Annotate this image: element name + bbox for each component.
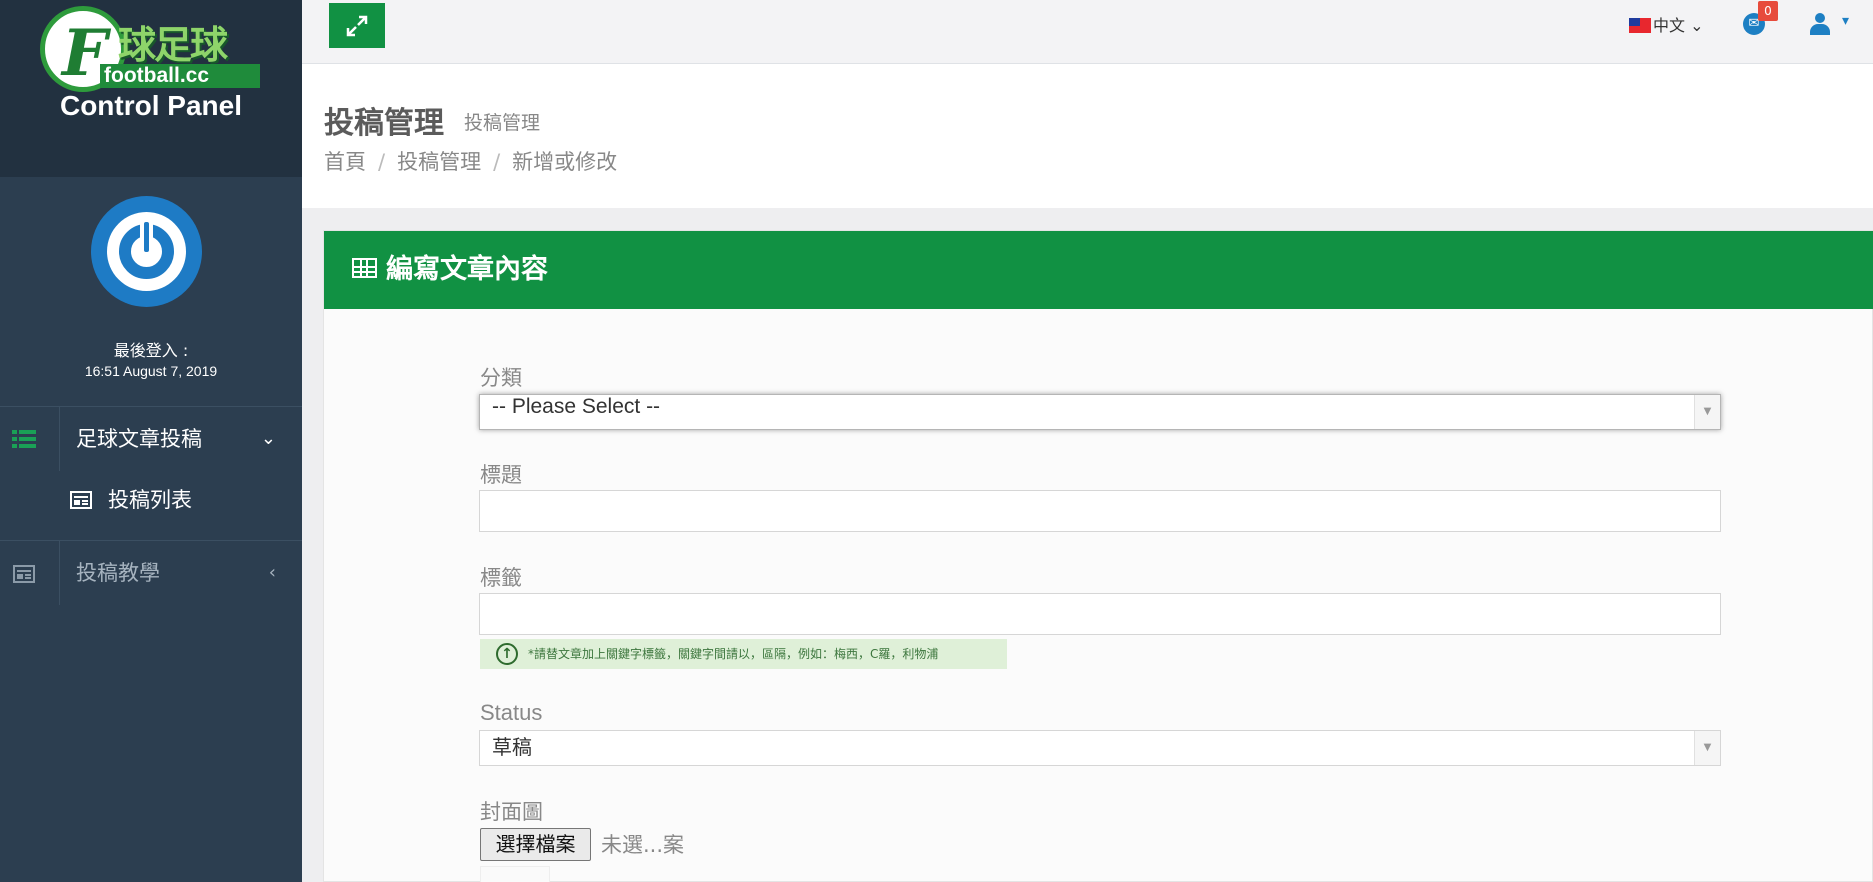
tags-input[interactable] (479, 593, 1721, 635)
breadcrumb-current: 新增或修改 (512, 150, 618, 174)
sidebar-item-submission-tutorial[interactable]: 投稿教學 ‹ (0, 541, 302, 605)
mail-badge: 0 (1758, 1, 1778, 21)
status-label: Status (480, 700, 543, 725)
breadcrumb-home[interactable]: 首頁 (324, 150, 366, 174)
edit-article-panel: 編寫文章內容 分類 -- Please Select -- ▼ 標題 標籤 ↑ … (323, 230, 1873, 882)
sidebar-item-label: 投稿教學 (76, 561, 160, 585)
language-selector[interactable]: 中文 ⌄ (1629, 12, 1704, 36)
language-label: 中文 (1653, 16, 1686, 35)
last-login-time: 16:51 August 7, 2019 (84, 363, 218, 379)
title-input[interactable] (479, 490, 1721, 532)
logo-brand-chinese: 球足球 (118, 23, 228, 67)
category-select[interactable]: -- Please Select -- ▼ (479, 394, 1721, 430)
sidebar-item-label: 足球文章投稿 (76, 427, 202, 451)
breadcrumb-separator: / (378, 150, 386, 174)
avatar[interactable] (91, 196, 202, 307)
category-label: 分類 (480, 366, 522, 390)
tags-hint: ↑ *請替文章加上關鍵字標籤，關鍵字間請以，區隔，例如：梅西，C羅，利物浦 (480, 639, 1007, 669)
list-icon (12, 430, 36, 448)
sidebar-item-label: 投稿列表 (108, 488, 192, 512)
sidebar-item-submission-list[interactable]: 投稿列表 (0, 467, 302, 523)
tags-hint-text: *請替文章加上關鍵字標籤，關鍵字間請以，區隔，例如：梅西，C羅，利物浦 (528, 647, 939, 661)
expand-icon (346, 15, 368, 37)
breadcrumb-separator: / (493, 150, 501, 174)
newspaper-icon (70, 491, 92, 509)
category-selected-value: -- Please Select -- (492, 395, 661, 418)
panel-header: 編寫文章內容 (324, 231, 1873, 309)
logo-caption: Control Panel (59, 90, 242, 121)
user-icon[interactable] (1810, 13, 1830, 35)
page-title: 投稿管理 (324, 106, 444, 141)
status-selected-value: 草稿 (492, 735, 532, 759)
dropdown-arrow-icon: ▼ (1694, 395, 1720, 429)
file-status-text: 未選...案 (601, 833, 685, 857)
logo[interactable]: F 球足球 football.cc Control Panel (0, 0, 302, 177)
newspaper-icon (13, 565, 35, 583)
title-label: 標題 (480, 463, 522, 487)
page-subtitle: 投稿管理 (464, 112, 541, 134)
last-login-label: 最後登入 : (113, 341, 189, 360)
breadcrumb-submission-management[interactable]: 投稿管理 (397, 150, 481, 174)
taiwan-flag-icon (1629, 18, 1651, 33)
sidebar-item-article-submission[interactable]: 足球文章投稿 ⌄ (0, 407, 302, 471)
topbar: 中文 ⌄ ✉ 0 ▾ (302, 0, 1873, 64)
panel-title: 編寫文章內容 (386, 254, 548, 285)
fullscreen-button[interactable] (329, 3, 385, 48)
table-icon (352, 258, 377, 278)
power-icon (107, 212, 186, 291)
chevron-left-icon: ‹ (268, 562, 276, 583)
page-header: 投稿管理 投稿管理 首頁 / 投稿管理 / 新增或修改 (302, 64, 1873, 208)
arrow-up-circle-icon: ↑ (496, 643, 518, 665)
sidebar: F 球足球 football.cc Control Panel 最後登入 : 1… (0, 0, 302, 882)
choose-file-button[interactable]: 選擇檔案 (480, 828, 591, 861)
breadcrumb: 首頁 / 投稿管理 / 新增或修改 (324, 146, 617, 176)
chevron-down-icon: ⌄ (260, 428, 276, 449)
image-preview (480, 866, 550, 882)
status-select[interactable]: 草稿 ▼ (479, 730, 1721, 766)
chevron-down-icon: ⌄ (1690, 16, 1704, 35)
cover-image-label: 封面圖 (480, 800, 543, 824)
caret-down-icon[interactable]: ▾ (1842, 13, 1849, 29)
tags-label: 標籤 (480, 566, 522, 590)
dropdown-arrow-icon: ▼ (1694, 731, 1720, 765)
logo-brand-sub: football.cc (100, 64, 260, 88)
